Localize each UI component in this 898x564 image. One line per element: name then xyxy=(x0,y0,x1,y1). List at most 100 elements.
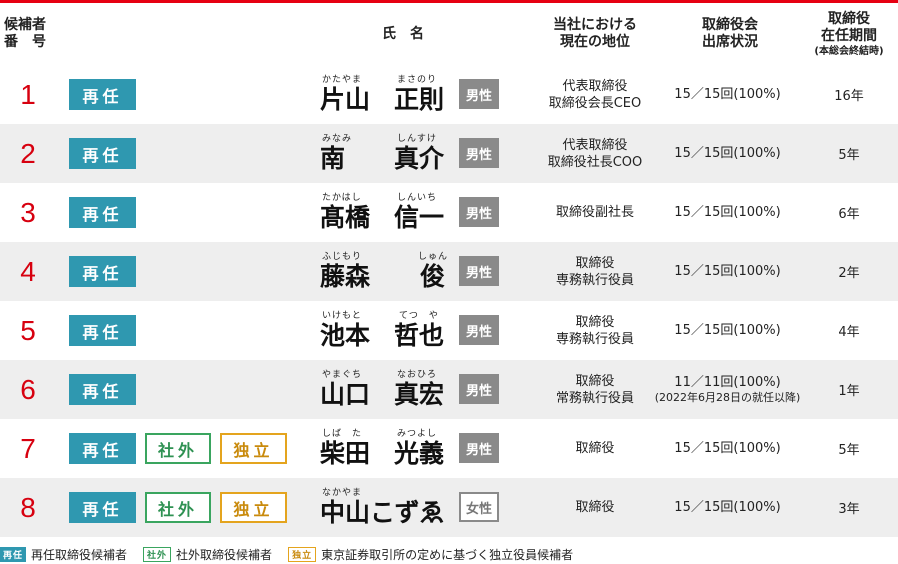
tenure-cell: 5年 xyxy=(838,443,860,458)
legend-item-independent: 独立 東京証券取引所の定めに基づく独立役員候補者 xyxy=(288,546,573,563)
family-name-ruby: なかやま xyxy=(322,488,363,498)
table-row: 2 再任 みなみ 南 しんすけ 真介 男性 代表取締役 取締役社長COO 15／… xyxy=(0,124,898,183)
given-name: 光義 xyxy=(394,439,445,468)
position-line1: 取締役 xyxy=(575,255,615,271)
given-name-ruby: しんいち xyxy=(397,193,438,203)
header-tenure-note: (本総会終結時) xyxy=(814,45,884,57)
reappoint-badge: 再任 xyxy=(69,79,136,110)
attendance-value: 15／15回(100%) xyxy=(674,440,781,456)
family-name: 柴田 xyxy=(320,439,371,468)
table-row: 7 再任 社外 独立 しば た 柴田 みつよし 光義 男性 取締役 15／15回… xyxy=(0,419,898,478)
tenure-cell: 6年 xyxy=(838,207,860,222)
outside-badge: 社外 xyxy=(145,492,211,523)
candidate-number: 7 xyxy=(20,432,36,464)
given-name-ruby: しゅん xyxy=(418,252,449,262)
attendance-value: 15／15回(100%) xyxy=(674,263,781,279)
attendance-value: 11／11回(100%) xyxy=(674,374,781,390)
gender-badge: 男性 xyxy=(459,197,499,227)
legend-independent-badge: 独立 xyxy=(288,546,317,562)
table-row: 3 再任 たかはし 髙橋 しんいち 信一 男性 取締役副社長 15／15回(10… xyxy=(0,183,898,242)
independent-badge: 独立 xyxy=(220,492,287,523)
attendance-note: (2022年6月28日の就任以降) xyxy=(654,390,801,404)
tenure-cell: 5年 xyxy=(838,148,860,163)
legend-reappoint-badge: 再任 xyxy=(0,546,27,562)
position-cell: 取締役 常務執行役員 xyxy=(520,360,670,419)
gender-badge: 男性 xyxy=(459,256,499,286)
header-name: 氏名 xyxy=(300,3,520,65)
reappoint-badge: 再任 xyxy=(69,374,136,405)
position-cell: 取締役副社長 xyxy=(520,183,670,242)
given-name: 俊 xyxy=(420,262,446,291)
family-name-ruby: やまぐち xyxy=(322,370,363,380)
reappoint-badge: 再任 xyxy=(69,197,136,228)
family-name: 池本 xyxy=(320,321,371,350)
header-number-line2: 番 号 xyxy=(4,34,46,50)
attendance-cell: 15／15回(100%) xyxy=(650,478,805,537)
attendance-cell: 15／15回(100%) xyxy=(650,242,805,301)
tenure-cell: 16年 xyxy=(834,89,864,104)
position-cell: 取締役 専務執行役員 xyxy=(520,301,670,360)
legend: 再任 再任取締役候補者 社外 社外取締役候補者 独立 東京証券取引所の定めに基づ… xyxy=(0,544,898,564)
position-cell: 取締役 xyxy=(520,419,670,478)
attendance-value: 15／15回(100%) xyxy=(674,86,781,102)
position-line1: 取締役 xyxy=(575,314,615,330)
attendance-value: 15／15回(100%) xyxy=(674,499,781,515)
header-tenure-line2: 在任期間 xyxy=(821,27,877,44)
given-name-ruby: なおひろ xyxy=(397,370,438,380)
attendance-value: 15／15回(100%) xyxy=(674,145,781,161)
table-row: 5 再任 いけもと 池本 てつ や 哲也 男性 取締役 専務執行役員 15／15… xyxy=(0,301,898,360)
attendance-cell: 15／15回(100%) xyxy=(650,65,805,124)
header-position-line1: 当社における xyxy=(553,17,637,33)
position-line1: 取締役 xyxy=(575,373,615,389)
attendance-cell: 15／15回(100%) xyxy=(650,419,805,478)
position-line1: 取締役 xyxy=(575,500,615,515)
given-name: 真介 xyxy=(394,144,445,173)
legend-outside-badge: 社外 xyxy=(143,546,172,562)
candidate-number: 6 xyxy=(20,373,36,405)
independent-badge: 独立 xyxy=(220,433,287,464)
attendance-value: 15／15回(100%) xyxy=(674,204,781,220)
position-line1: 取締役副社長 xyxy=(555,205,634,220)
tenure-cell: 4年 xyxy=(838,325,860,340)
table-row: 4 再任 ふじもり 藤森 しゅん 俊 男性 取締役 専務執行役員 15／15回(… xyxy=(0,242,898,301)
candidate-number: 1 xyxy=(20,78,36,110)
attendance-value: 15／15回(100%) xyxy=(674,322,781,338)
legend-independent-text: 東京証券取引所の定めに基づく独立役員候補者 xyxy=(321,547,574,562)
header-attendance-line2: 出席状況 xyxy=(702,34,758,50)
family-name: 南 xyxy=(320,144,346,173)
gender-badge: 男性 xyxy=(459,138,499,168)
reappoint-badge: 再任 xyxy=(69,138,136,169)
reappoint-badge: 再任 xyxy=(69,256,136,287)
position-cell: 代表取締役 取締役社長COO xyxy=(520,124,670,183)
given-name: 信一 xyxy=(394,203,445,232)
candidate-number: 8 xyxy=(20,491,36,523)
gender-badge: 男性 xyxy=(459,79,499,109)
reappoint-badge: 再任 xyxy=(69,433,136,464)
position-line2: 取締役社長COO xyxy=(547,154,643,170)
legend-item-outside: 社外 社外取締役候補者 xyxy=(143,546,272,563)
header-position-line2: 現在の地位 xyxy=(560,34,630,50)
family-name-ruby: たかはし xyxy=(322,193,362,203)
family-name: 山口 xyxy=(320,380,371,409)
position-line2: 取締役会長CEO xyxy=(548,95,642,111)
header-candidate-number: 候補者 番 号 xyxy=(0,3,62,65)
gender-badge: 男性 xyxy=(459,374,499,404)
candidate-number: 3 xyxy=(20,196,36,228)
given-name: 真宏 xyxy=(394,380,445,409)
given-name-ruby: まさのり xyxy=(397,75,438,85)
position-cell: 取締役 専務執行役員 xyxy=(520,242,670,301)
table-row: 6 再任 やまぐち 山口 なおひろ 真宏 男性 取締役 常務執行役員 11／11… xyxy=(0,360,898,419)
position-line1: 取締役 xyxy=(575,441,615,456)
header-tenure: 取締役 在任期間 (本総会終結時) xyxy=(800,3,898,65)
family-name-ruby: しば た xyxy=(322,429,363,439)
position-line1: 代表取締役 xyxy=(562,78,628,94)
table-row: 1 再任 かたやま 片山 まさのり 正則 男性 代表取締役 取締役会長CEO 1… xyxy=(0,65,898,124)
position-cell: 代表取締役 取締役会長CEO xyxy=(520,65,670,124)
position-line2: 専務執行役員 xyxy=(555,331,634,347)
header-position: 当社における 現在の地位 xyxy=(520,3,670,65)
gender-badge: 女性 xyxy=(459,492,499,522)
table-row: 8 再任 社外 独立 なかやま 中山こずゑ 女性 取締役 15／15回(100%… xyxy=(0,478,898,537)
family-name: 片山 xyxy=(320,85,371,114)
gender-badge: 男性 xyxy=(459,433,499,463)
header-attendance-line1: 取締役会 xyxy=(702,17,758,33)
